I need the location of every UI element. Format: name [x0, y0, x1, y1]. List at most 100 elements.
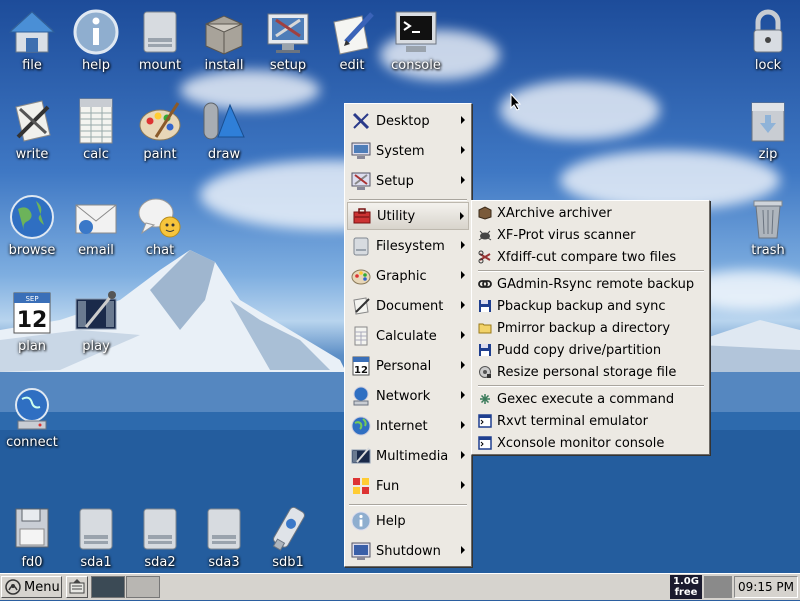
- menu-item-label: Filesystem: [376, 238, 445, 254]
- submenu-arrow-icon: [461, 481, 465, 489]
- workspace-1-pager[interactable]: [91, 576, 125, 598]
- desktop-icon-connect[interactable]: connect: [0, 385, 64, 450]
- menu-item-graphic[interactable]: Graphic: [347, 262, 469, 290]
- desktop-icon-label: help: [81, 58, 111, 73]
- monitor-icon: [351, 142, 371, 159]
- menu-item-document[interactable]: Document: [347, 292, 469, 320]
- menu-item-setup[interactable]: Setup: [347, 167, 469, 195]
- desktop-icon-write[interactable]: write: [0, 97, 64, 162]
- submenu-arrow-icon: [461, 361, 465, 369]
- floppy-icon: [15, 508, 49, 548]
- submenu-arrow-icon: [461, 331, 465, 339]
- desktop-icon-sdb1[interactable]: sdb1: [256, 505, 320, 570]
- desktop-icon-label: trash: [751, 243, 785, 258]
- desktop-icon-sda1[interactable]: sda1: [64, 505, 128, 570]
- fun-icon: [353, 478, 369, 494]
- submenu-item-pmirror[interactable]: Pmirror backup a directory: [475, 317, 707, 339]
- desktop-icon-chat[interactable]: chat: [128, 193, 192, 258]
- harddisk-icon: [79, 508, 113, 550]
- desktop-icon-mount[interactable]: mount: [128, 8, 192, 73]
- submenu-item-resize-storage[interactable]: Resize personal storage file: [475, 361, 707, 383]
- desktop-icon-label: play: [82, 339, 110, 354]
- calculator-icon: [354, 326, 368, 346]
- menu-item-label: Internet: [376, 418, 428, 434]
- desktop-icon-label: fd0: [21, 555, 43, 570]
- submenu-separator: [478, 270, 704, 272]
- submenu-arrow-icon: [461, 451, 465, 459]
- calendar-day: 12: [354, 365, 368, 376]
- desktop-icon-fd0[interactable]: fd0: [0, 505, 64, 570]
- calendar-icon: SEP 12: [13, 292, 51, 334]
- globe-icon: [351, 416, 371, 436]
- menu-item-fun[interactable]: Fun: [347, 472, 469, 500]
- show-desktop-button[interactable]: [66, 576, 88, 598]
- desktop-icon-label: lock: [754, 58, 782, 73]
- menu-item-help[interactable]: Help: [347, 507, 469, 535]
- spreadsheet-icon: [79, 98, 113, 144]
- harddisk-icon: [207, 508, 241, 550]
- desktop-icon-label: write: [15, 147, 49, 162]
- menu-item-utility[interactable]: Utility: [347, 202, 469, 230]
- menu-item-label: Shutdown: [376, 543, 441, 559]
- desktop-icon-label: sda3: [208, 555, 240, 570]
- archive-icon: [478, 206, 492, 220]
- submenu-arrow-icon: [461, 116, 465, 124]
- desktop-icon-help[interactable]: help: [64, 8, 128, 73]
- submenu-arrow-icon: [461, 241, 465, 249]
- submenu-item-rxvt[interactable]: Rxvt terminal emulator: [475, 410, 707, 432]
- submenu-item-gadmin-rsync[interactable]: GAdmin-Rsync remote backup: [475, 273, 707, 295]
- desktop-icon-install[interactable]: install: [192, 8, 256, 73]
- desktop-icon-play[interactable]: play: [64, 289, 128, 354]
- shutdown-icon: [351, 542, 371, 560]
- menu-item-system[interactable]: System: [347, 137, 469, 165]
- desktop-icon-label: browse: [8, 243, 56, 258]
- submenu-item-pudd[interactable]: Pudd copy drive/partition: [475, 339, 707, 361]
- desktop-icon-trash[interactable]: trash: [736, 193, 800, 258]
- desktop-icon-lock[interactable]: lock: [736, 8, 800, 73]
- menu-item-network[interactable]: Network: [347, 382, 469, 410]
- utility-submenu: XArchive archiver XF-Prot virus scanner …: [471, 200, 710, 455]
- start-menu-icon: [5, 579, 21, 595]
- desktop-icon-sda3[interactable]: sda3: [192, 505, 256, 570]
- desktop-icon-setup[interactable]: setup: [256, 8, 320, 73]
- menu-item-multimedia[interactable]: Multimedia: [347, 442, 469, 470]
- pen-paper-icon: [333, 12, 374, 55]
- submenu-item-xarchive[interactable]: XArchive archiver: [475, 202, 707, 224]
- gexec-icon: [480, 394, 490, 404]
- desktop-icon-edit[interactable]: edit: [320, 8, 384, 73]
- submenu-item-gexec[interactable]: Gexec execute a command: [475, 388, 707, 410]
- desktop-icon-console[interactable]: console: [384, 8, 448, 73]
- submenu-item-xf-prot[interactable]: XF-Prot virus scanner: [475, 224, 707, 246]
- start-menu-button[interactable]: Menu: [1, 576, 62, 598]
- toolbox-icon: [353, 208, 371, 224]
- submenu-item-label: Pmirror backup a directory: [497, 320, 671, 336]
- menu-item-shutdown[interactable]: Shutdown: [347, 537, 469, 565]
- desktop-icon-file[interactable]: file: [0, 8, 64, 73]
- menu-item-label: Setup: [376, 173, 414, 189]
- submenu-item-label: GAdmin-Rsync remote backup: [497, 276, 695, 292]
- workspace-2-pager[interactable]: [126, 576, 160, 598]
- clock[interactable]: 09:15 PM: [734, 576, 798, 598]
- desktop-icon-zip[interactable]: zip: [736, 97, 800, 162]
- desktop-icon-paint[interactable]: paint: [128, 97, 192, 162]
- desktop-icon-plan[interactable]: SEP 12 plan: [0, 289, 64, 354]
- desktop-icon-email[interactable]: email: [64, 193, 128, 258]
- desktop-icon-calc[interactable]: calc: [64, 97, 128, 162]
- terminal-icon: [395, 11, 437, 52]
- menu-item-label: Personal: [376, 358, 432, 374]
- desktop-icon-sda2[interactable]: sda2: [128, 505, 192, 570]
- menu-item-personal[interactable]: 12 Personal: [347, 352, 469, 380]
- menu-item-desktop[interactable]: Desktop: [347, 107, 469, 135]
- info-icon: [73, 9, 119, 55]
- menu-item-filesystem[interactable]: Filesystem: [347, 232, 469, 260]
- menu-item-calculate[interactable]: Calculate: [347, 322, 469, 350]
- desktop-icon-draw[interactable]: draw: [192, 97, 256, 162]
- submenu-item-xconsole[interactable]: Xconsole monitor console: [475, 432, 707, 454]
- setup-icon: [351, 172, 371, 190]
- rsync-icon: [478, 280, 492, 288]
- desktop-icon-browse[interactable]: browse: [0, 193, 64, 258]
- submenu-item-xfdiff-cut[interactable]: Xfdiff-cut compare two files: [475, 246, 707, 268]
- submenu-arrow-icon: [461, 391, 465, 399]
- submenu-item-pbackup[interactable]: Pbackup backup and sync: [475, 295, 707, 317]
- menu-item-internet[interactable]: Internet: [347, 412, 469, 440]
